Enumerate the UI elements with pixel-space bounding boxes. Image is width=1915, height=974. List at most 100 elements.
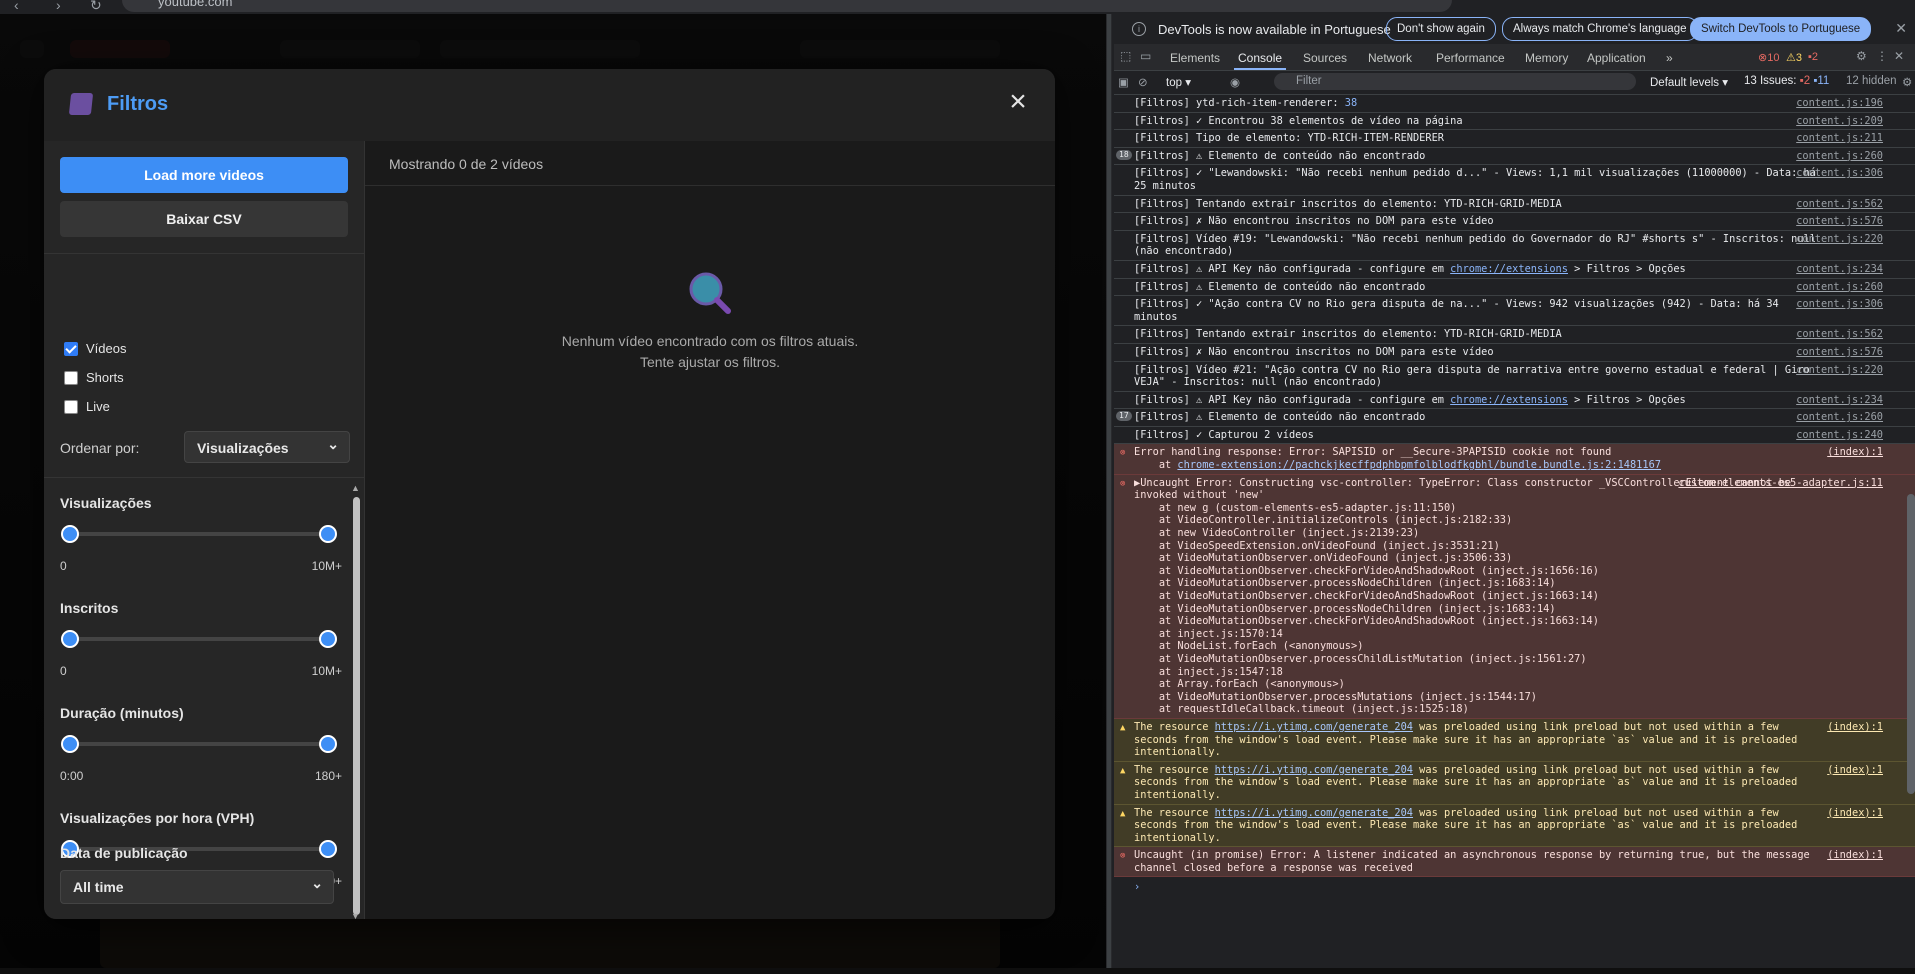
console-error-row[interactable]: ⊗ Uncaught (in promise) Error: A listener… [1114, 847, 1915, 878]
console-log-row[interactable]: [Filtros] ⚠ Elemento de conteúdo não enc… [1114, 279, 1915, 297]
console-log-row[interactable]: [Filtros] ✓ "Ação contra CV no Rio gera … [1114, 296, 1915, 327]
range-min-handle[interactable] [61, 735, 79, 753]
load-more-button[interactable]: Load more videos [60, 157, 348, 193]
console-log-row[interactable]: [Filtros] ✗ Não encontrou inscritos no D… [1114, 213, 1915, 231]
log-source-link[interactable]: (index):1 [1827, 807, 1883, 820]
log-source-link[interactable]: content.js:211 [1796, 132, 1883, 145]
issues-link[interactable]: 13 Issues: ▪2 ▪11 [1744, 75, 1829, 87]
log-source-link[interactable]: (index):1 [1827, 849, 1883, 862]
date-select[interactable]: All time ⌄ [60, 870, 334, 904]
close-icon[interactable]: ✕ [1895, 20, 1907, 37]
close-devtools-icon[interactable]: ✕ [1894, 49, 1904, 63]
error-count-badge[interactable]: ⊗10 [1758, 51, 1779, 64]
log-link[interactable]: chrome-extension://pachckjkecffpdphbpmfo… [1177, 459, 1661, 471]
log-source-link[interactable]: custom-elements-es5-adapter.js:11 [1678, 477, 1883, 490]
devtools-resize-handle[interactable] [1106, 14, 1112, 968]
close-icon[interactable]: × [1003, 87, 1033, 117]
log-source-link[interactable]: content.js:240 [1796, 429, 1883, 442]
console-filter-input[interactable]: Filter [1274, 73, 1636, 90]
reload-icon[interactable]: ↻ [90, 0, 102, 14]
checkbox-shorts[interactable]: Shorts [64, 370, 124, 385]
address-bar[interactable]: youtube.com [122, 0, 1452, 12]
console-log-row[interactable]: [Filtros] ✓ Encontrou 38 elementos de ví… [1114, 113, 1915, 131]
console-warning-row[interactable]: ▲ The resource https://i.ytimg.com/genera… [1114, 761, 1915, 805]
range-track[interactable] [68, 637, 326, 641]
console-log-row[interactable]: [Filtros] ⚠ API Key não configurada - co… [1114, 392, 1915, 410]
tab-performance[interactable]: Performance [1436, 51, 1505, 65]
range-max-handle[interactable] [319, 630, 337, 648]
scroll-up-icon[interactable]: ▲ [351, 483, 360, 493]
range-track[interactable] [68, 532, 326, 536]
more-options-icon[interactable]: ⋮ [1876, 49, 1888, 63]
console-error-row[interactable]: ⊗ ▶Uncaught Error: Constructing vsc-contr… [1114, 474, 1915, 719]
clear-console-icon[interactable]: ⊘ [1138, 75, 1148, 89]
info-count-badge[interactable]: ▪2 [1808, 51, 1818, 63]
log-source-link[interactable]: content.js:576 [1796, 346, 1883, 359]
dont-show-again-button[interactable]: Don't show again [1386, 17, 1496, 41]
range-min-handle[interactable] [61, 525, 79, 543]
checkbox-checked-icon[interactable] [64, 341, 78, 356]
address-bar-url[interactable]: youtube.com [158, 0, 232, 9]
console-scrollbar[interactable] [1907, 494, 1915, 794]
console-log-row[interactable]: [Filtros] ✗ Não encontrou inscritos no D… [1114, 344, 1915, 362]
tab-network[interactable]: Network [1368, 51, 1412, 65]
log-source-link[interactable]: (index):1 [1827, 721, 1883, 734]
log-source-link[interactable]: (index):1 [1827, 446, 1883, 459]
log-link[interactable]: https://i.ytimg.com/generate_204 [1215, 721, 1413, 733]
log-link[interactable]: https://i.ytimg.com/generate_204 [1215, 764, 1413, 776]
inspect-element-icon[interactable]: ⬚ [1120, 49, 1131, 63]
tab-memory[interactable]: Memory [1525, 51, 1568, 65]
log-source-link[interactable]: content.js:306 [1796, 298, 1883, 311]
log-levels-select[interactable]: Default levels ▾ [1650, 75, 1728, 89]
console-settings-icon[interactable]: ⚙ [1902, 75, 1912, 89]
always-match-language-button[interactable]: Always match Chrome's language [1502, 17, 1698, 41]
gear-icon[interactable]: ⚙ [1856, 49, 1867, 63]
console-log[interactable]: [Filtros] ytd-rich-item-renderer: 38 cont… [1114, 95, 1915, 968]
tab-application[interactable]: Application [1587, 51, 1646, 65]
live-expression-icon[interactable]: ◉ [1230, 75, 1240, 89]
console-prompt[interactable]: › [1114, 877, 1915, 897]
tab-elements[interactable]: Elements [1170, 51, 1220, 65]
range-max-handle[interactable] [319, 735, 337, 753]
log-link[interactable]: https://i.ytimg.com/generate_204 [1215, 807, 1413, 819]
log-source-link[interactable]: content.js:562 [1796, 198, 1883, 211]
tab-console[interactable]: Console [1233, 51, 1287, 70]
log-source-link[interactable]: content.js:234 [1796, 263, 1883, 276]
more-tabs-icon[interactable]: » [1666, 51, 1673, 65]
log-source-link[interactable]: (index):1 [1827, 764, 1883, 777]
console-log-row[interactable]: [Filtros] Vídeo #19: "Lewandowski: "Não … [1114, 231, 1915, 261]
log-source-link[interactable]: content.js:306 [1796, 167, 1883, 180]
download-csv-button[interactable]: Baixar CSV [60, 201, 348, 237]
checkbox-unchecked-icon[interactable] [64, 370, 78, 385]
log-source-link[interactable]: content.js:220 [1796, 364, 1883, 377]
console-warning-row[interactable]: ▲ The resource https://i.ytimg.com/genera… [1114, 718, 1915, 762]
console-log-row[interactable]: [Filtros] ✓ "Lewandowski: "Não recebi ne… [1114, 165, 1915, 196]
checkbox-videos[interactable]: Vídeos [64, 341, 126, 356]
log-link[interactable]: chrome://extensions [1450, 394, 1568, 406]
console-error-row[interactable]: ⊗ Error handling response: Error: SAPISID… [1114, 444, 1915, 475]
range-min-handle[interactable] [61, 630, 79, 648]
order-select[interactable]: Visualizações ⌄ [184, 431, 350, 463]
range-track[interactable] [68, 742, 326, 746]
log-source-link[interactable]: content.js:234 [1796, 394, 1883, 407]
console-log-row[interactable]: [Filtros] ⚠ API Key não configurada - co… [1114, 261, 1915, 279]
console-log-row[interactable]: [Filtros] ✓ Capturou 2 vídeos content.js:… [1114, 427, 1915, 445]
device-toolbar-icon[interactable]: ▭ [1140, 49, 1151, 63]
console-log-row[interactable]: [Filtros] Tentando extrair inscritos do … [1114, 196, 1915, 214]
log-source-link[interactable]: content.js:209 [1796, 115, 1883, 128]
range-max-handle[interactable] [319, 525, 337, 543]
console-log-row[interactable]: [Filtros] ytd-rich-item-renderer: 38 cont… [1114, 95, 1915, 113]
log-source-link[interactable]: content.js:260 [1796, 150, 1883, 163]
console-log-row[interactable]: 17 [Filtros] ⚠ Elemento de conteúdo não e… [1114, 409, 1915, 427]
switch-language-button[interactable]: Switch DevTools to Portuguese [1690, 17, 1872, 41]
console-log-row[interactable]: [Filtros] Vídeo #21: "Ação contra CV no … [1114, 362, 1915, 392]
context-select[interactable]: top ▾ [1166, 75, 1191, 89]
log-source-link[interactable]: content.js:196 [1796, 97, 1883, 110]
console-warning-row[interactable]: ▲ The resource https://i.ytimg.com/genera… [1114, 804, 1915, 848]
checkbox-live[interactable]: Live [64, 399, 110, 414]
log-source-link[interactable]: content.js:576 [1796, 215, 1883, 228]
sidebar-toggle-icon[interactable]: ▣ [1118, 75, 1129, 89]
log-source-link[interactable]: content.js:260 [1796, 411, 1883, 424]
tab-sources[interactable]: Sources [1303, 51, 1347, 65]
log-source-link[interactable]: content.js:220 [1796, 233, 1883, 246]
